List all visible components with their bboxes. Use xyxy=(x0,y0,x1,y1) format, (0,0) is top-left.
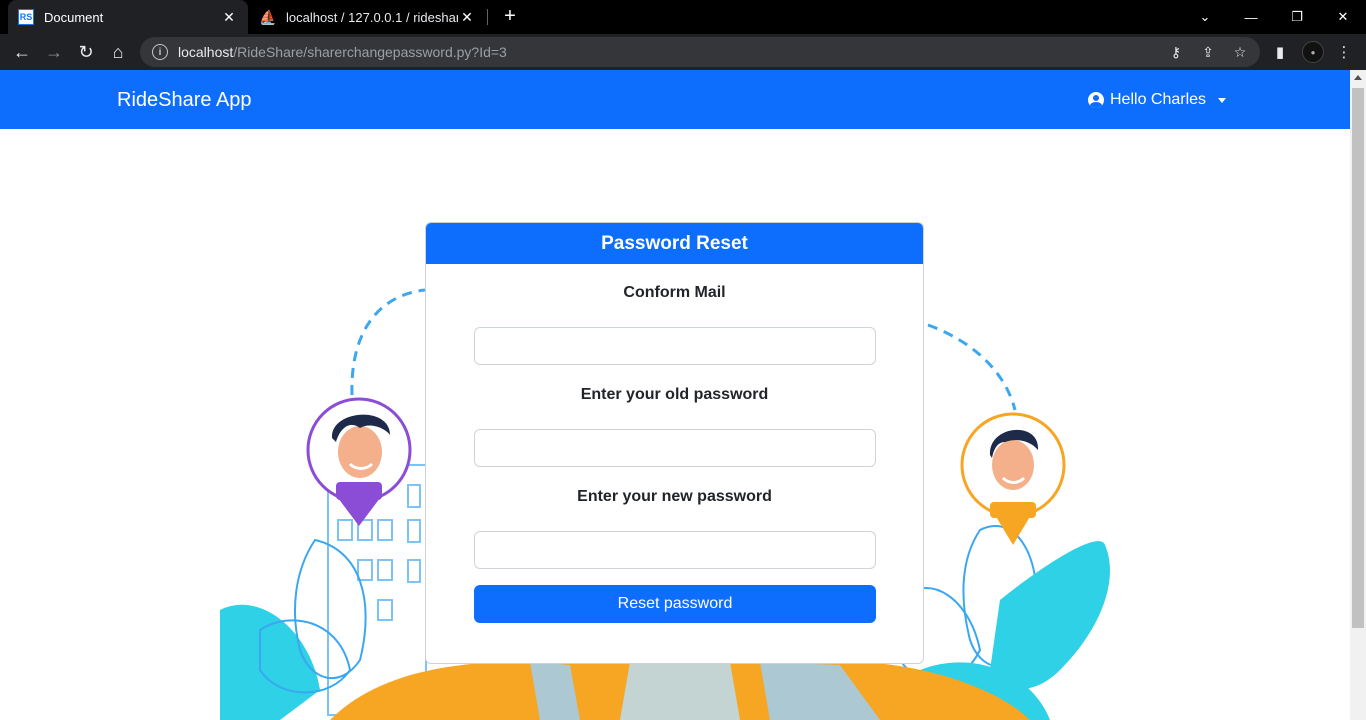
caret-down-icon xyxy=(1218,97,1227,103)
bookmark-star-icon[interactable]: ☆ xyxy=(1230,42,1250,62)
browser-tab-bar: RS Document ✕ ⛵ localhost / 127.0.0.1 / … xyxy=(0,0,1366,34)
key-icon[interactable]: ⚷ xyxy=(1166,42,1186,62)
address-bar[interactable]: i localhost/RideShare/sharerchangepasswo… xyxy=(140,37,1260,67)
tab-divider xyxy=(487,9,488,25)
profile-avatar-icon[interactable]: ● xyxy=(1302,41,1324,63)
close-window-icon[interactable]: ✕ xyxy=(1320,0,1366,34)
user-dropdown[interactable]: Hello Charles xyxy=(1088,91,1227,109)
home-icon[interactable]: ⌂ xyxy=(104,38,132,66)
side-panel-icon[interactable]: ▮ xyxy=(1270,42,1290,62)
card-title: Password Reset xyxy=(426,223,923,264)
site-navbar: RideShare App Hello Charles xyxy=(0,70,1350,129)
user-circle-icon xyxy=(1088,92,1104,108)
password-reset-card: Password Reset Conform Mail Enter your o… xyxy=(425,222,924,664)
tab-search-chevron-icon[interactable]: ⌄ xyxy=(1182,0,1228,34)
tab-phpmyadmin[interactable]: ⛵ localhost / 127.0.0.1 / rideshare / ✕ xyxy=(250,0,486,34)
new-tab-plus-icon[interactable]: + xyxy=(498,4,522,28)
mail-input[interactable] xyxy=(474,327,876,365)
old-password-input[interactable] xyxy=(474,429,876,467)
dashed-route-right xyxy=(927,323,1017,411)
url-path: /RideShare/sharerchangepassword.py?Id=3 xyxy=(233,44,507,60)
tab-title: localhost / 127.0.0.1 / rideshare / xyxy=(286,9,458,25)
forward-arrow-icon[interactable]: → xyxy=(40,38,68,66)
brand-link[interactable]: RideShare App xyxy=(117,89,252,112)
new-password-input[interactable] xyxy=(474,531,876,569)
tab-title: Document xyxy=(44,9,104,25)
back-arrow-icon[interactable]: ← xyxy=(8,38,36,66)
reload-icon[interactable]: ↻ xyxy=(72,38,100,66)
tab-document[interactable]: RS Document ✕ xyxy=(8,0,248,34)
close-tab-icon[interactable]: ✕ xyxy=(458,9,476,26)
url-host: localhost xyxy=(178,44,234,60)
close-tab-icon[interactable]: ✕ xyxy=(220,9,238,26)
site-info-icon[interactable]: i xyxy=(152,44,168,60)
old-password-label: Enter your old password xyxy=(580,386,769,403)
scrollbar-thumb[interactable] xyxy=(1352,88,1364,628)
minimize-icon[interactable]: — xyxy=(1228,0,1274,34)
restore-icon[interactable]: ❐ xyxy=(1274,0,1320,34)
page-scrollbar[interactable] xyxy=(1350,70,1366,720)
scroll-up-arrow-icon[interactable] xyxy=(1354,75,1362,80)
reset-password-button[interactable]: Reset password xyxy=(474,585,876,623)
dashed-route-left xyxy=(350,288,426,396)
new-password-label: Enter your new password xyxy=(577,488,772,505)
browser-toolbar: ← → ↻ ⌂ i localhost/RideShare/sharerchan… xyxy=(0,34,1366,70)
share-icon[interactable]: ⇪ xyxy=(1198,42,1218,62)
driver-pin-right-icon xyxy=(960,412,1066,545)
leaves-left-icon xyxy=(220,538,367,720)
menu-kebab-icon[interactable]: ⋮ xyxy=(1334,42,1354,62)
phpmyadmin-favicon-icon: ⛵ xyxy=(259,8,277,25)
rideshare-favicon-icon: RS xyxy=(18,9,34,25)
driver-pin-left-icon xyxy=(306,397,412,526)
user-greeting: Hello Charles xyxy=(1110,91,1207,108)
mail-label: Conform Mail xyxy=(623,284,726,301)
